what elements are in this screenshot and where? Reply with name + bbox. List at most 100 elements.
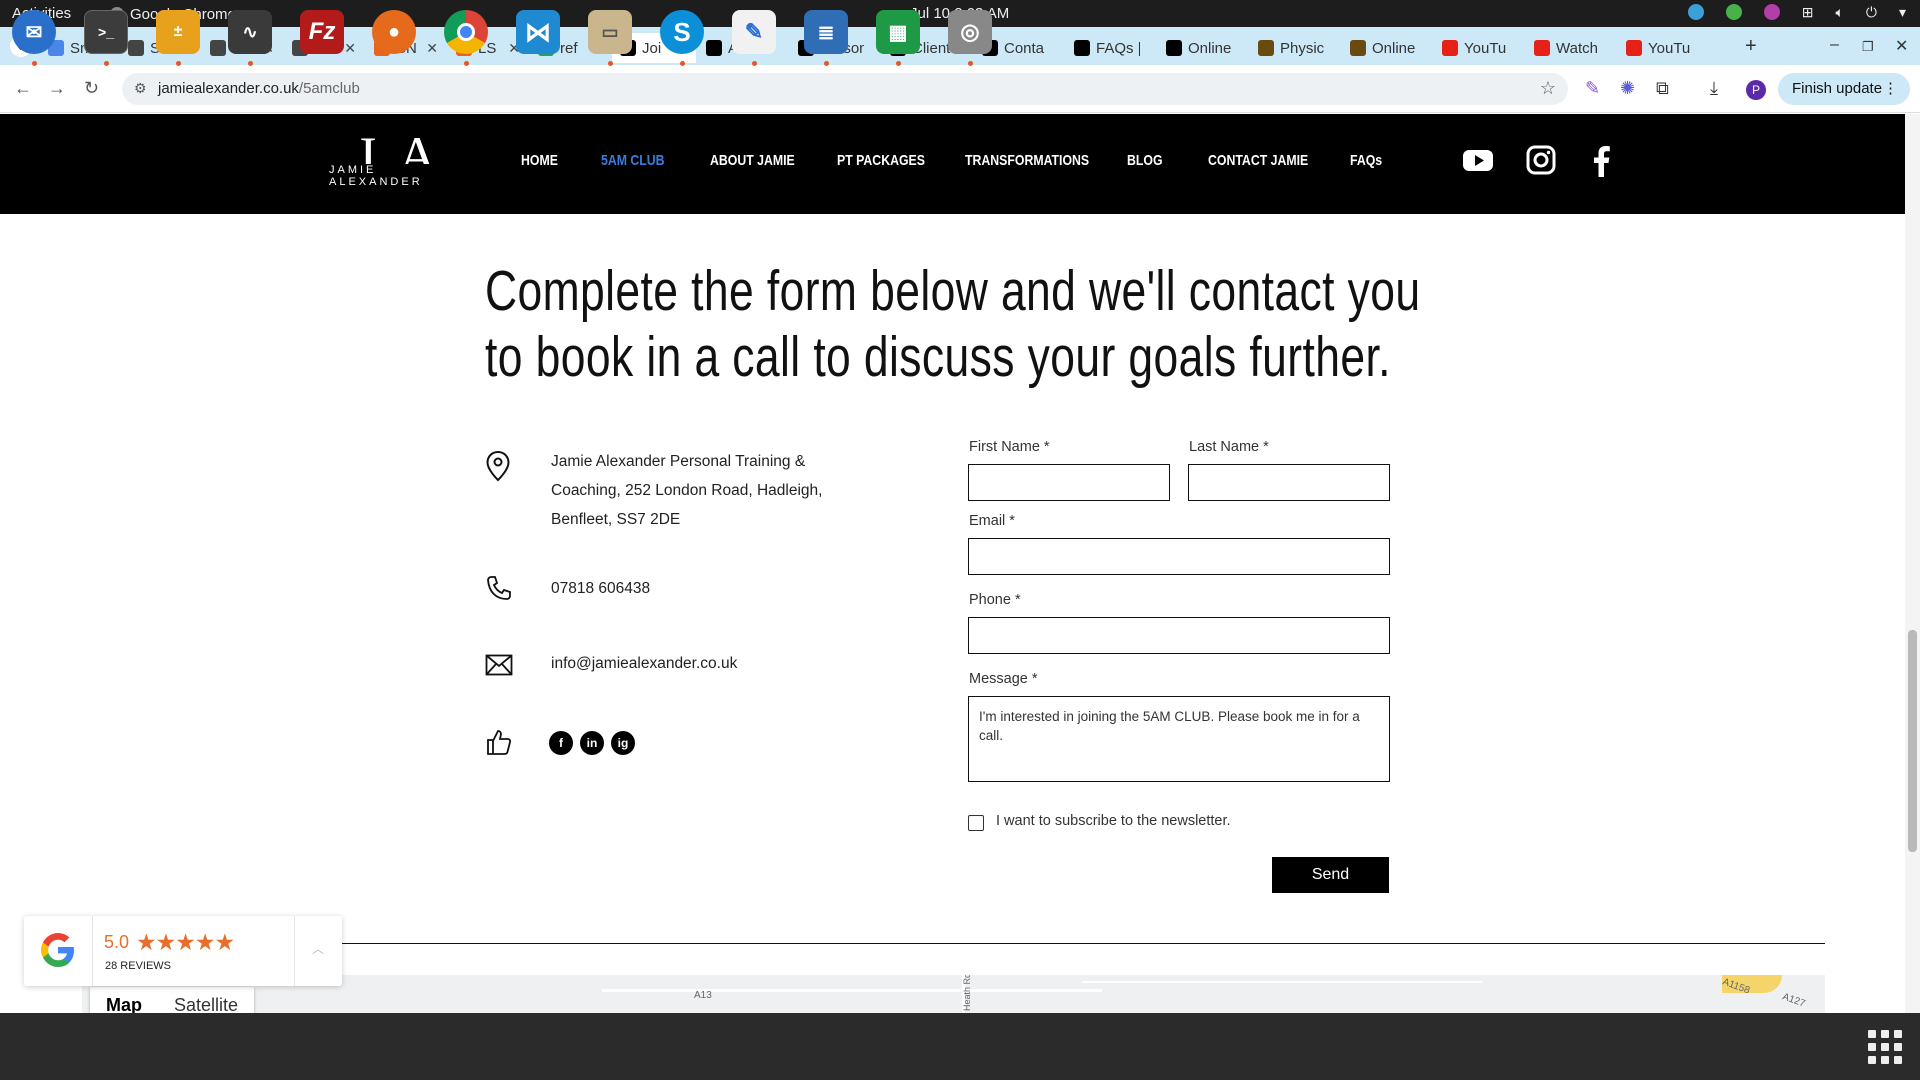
page-scrollbar-thumb[interactable] xyxy=(1908,630,1917,852)
url-text[interactable]: jamiealexander.co.uk/5amclub xyxy=(158,80,360,97)
grid-dot xyxy=(1868,1030,1876,1038)
browser-tab[interactable]: Physic xyxy=(1250,33,1340,63)
linkedin-circle-icon[interactable]: in xyxy=(580,731,604,755)
email-text[interactable]: info@jamiealexander.co.uk xyxy=(551,649,737,678)
chevron-up-icon[interactable]: ︿ xyxy=(312,940,324,957)
map-road xyxy=(1082,981,1482,983)
map-label-heath: Heath Rd xyxy=(962,975,972,1011)
filezilla-icon[interactable]: Fz xyxy=(300,10,344,54)
facebook-circle-icon[interactable]: f xyxy=(549,731,573,755)
gear-extension-icon[interactable]: ✺ xyxy=(1620,78,1635,99)
send-button[interactable]: Send xyxy=(1272,857,1389,893)
running-indicator xyxy=(680,61,685,66)
check-icon[interactable] xyxy=(1725,4,1742,20)
facebook-icon[interactable] xyxy=(1592,145,1610,177)
nav-link-blog[interactable]: BLOG xyxy=(1127,152,1163,169)
sync-icon[interactable] xyxy=(1687,4,1704,20)
phone-input[interactable] xyxy=(968,617,1390,654)
thunderbird-icon[interactable]: ✉ xyxy=(12,10,56,54)
browser-tab[interactable]: Online xyxy=(1158,33,1248,63)
site-info-icon[interactable]: ⚙ xyxy=(134,80,147,97)
tab-favicon-icon xyxy=(706,40,722,56)
download-icon[interactable]: ⤓ xyxy=(1710,78,1718,99)
maximize-icon[interactable]: ❐ xyxy=(1862,39,1874,55)
system-tray[interactable]: ⊞ 🔈︎ ⏻ ▾ xyxy=(1687,4,1906,21)
site-header: JA JAMIE ALEXANDER HOME 5AM CLUB ABOUT JAM… xyxy=(0,114,1905,214)
grid-dot xyxy=(1868,1056,1876,1064)
forward-icon[interactable]: → xyxy=(48,78,66,99)
instagram-circle-icon[interactable]: ig xyxy=(611,731,635,755)
terminal-icon[interactable]: >_ xyxy=(84,10,128,54)
chrome-icon[interactable] xyxy=(444,10,488,54)
system-monitor-icon[interactable]: ∿ xyxy=(228,10,272,54)
close-icon[interactable]: ✕ xyxy=(1895,36,1908,56)
browser-tab[interactable]: YouTu xyxy=(1618,33,1708,63)
calculator-icon[interactable]: ± xyxy=(156,10,200,54)
tab-title: ref xyxy=(560,39,578,57)
instagram-icon[interactable] xyxy=(1526,145,1556,175)
tab-title: Online xyxy=(1188,39,1232,57)
disk-utility-icon[interactable]: ◎ xyxy=(948,10,992,54)
minimize-icon[interactable]: – xyxy=(1830,36,1839,54)
reload-icon[interactable]: ↻ xyxy=(84,78,99,99)
newsletter-checkbox[interactable] xyxy=(968,815,984,831)
google-reviews-badge[interactable]: 5.0 ★★★★★ 28 REVIEWS ︿ xyxy=(24,916,342,986)
last-name-input[interactable] xyxy=(1188,464,1390,501)
nav-link-5am-club[interactable]: 5AM CLUB xyxy=(601,152,665,169)
vscode-icon[interactable]: ⋈ xyxy=(516,10,560,54)
tab-favicon-icon xyxy=(1350,40,1366,56)
volume-icon[interactable]: 🔈︎ xyxy=(1835,4,1843,21)
network-icon[interactable]: ⊞ xyxy=(1802,4,1814,21)
tab-close-icon[interactable]: ✕ xyxy=(426,40,438,57)
grid-dot xyxy=(1881,1056,1889,1064)
power-icon[interactable]: ⏻ xyxy=(1866,4,1877,21)
tab-favicon-icon xyxy=(210,40,226,56)
message-textarea[interactable]: I'm interested in joining the 5AM CLUB. … xyxy=(968,696,1390,782)
bookmark-star-icon[interactable]: ☆ xyxy=(1540,78,1556,99)
finish-update-button[interactable]: Finish update ⋮ xyxy=(1778,73,1910,105)
review-stars: ★★★★★ xyxy=(136,929,235,955)
profile-avatar[interactable]: P xyxy=(1746,80,1766,100)
nav-link-about-jamie[interactable]: ABOUT JAMIE xyxy=(710,152,795,169)
map-embed[interactable]: A13 Heath Rd A1158 A127 xyxy=(82,975,1825,1013)
tab-favicon-icon xyxy=(1258,40,1274,56)
color-picker-icon[interactable] xyxy=(1763,4,1780,20)
nav-link-home[interactable]: HOME xyxy=(521,152,558,169)
browser-tab[interactable]: YouTu xyxy=(1434,33,1524,63)
calc-spreadsheet-icon[interactable]: ▦ xyxy=(876,10,920,54)
nav-link-transformations[interactable]: TRANSFORMATIONS xyxy=(965,152,1089,169)
new-tab-button[interactable]: + xyxy=(1745,35,1757,58)
show-apps-icon[interactable] xyxy=(1868,1030,1902,1064)
browser-toolbar: ← → ↻ ⚙ jamiealexander.co.uk/5amclub ☆ ✎… xyxy=(0,65,1920,113)
email-input[interactable] xyxy=(968,538,1390,575)
chevron-down-icon[interactable]: ▾ xyxy=(1899,4,1906,21)
skype-icon[interactable]: S xyxy=(660,10,704,54)
firefox-icon[interactable]: ● xyxy=(372,10,416,54)
running-indicator xyxy=(176,61,181,66)
url-path: /5amclub xyxy=(298,80,360,97)
nav-link-faqs[interactable]: FAQs xyxy=(1350,152,1382,169)
first-name-input[interactable] xyxy=(968,464,1170,501)
pen-extension-icon[interactable]: ✎ xyxy=(1585,78,1600,99)
nav-link-pt-packages[interactable]: PT PACKAGES xyxy=(837,152,925,169)
tab-title: YouTu xyxy=(1464,39,1507,57)
text-editor-icon[interactable]: ✎ xyxy=(732,10,776,54)
page-scrollbar-track[interactable] xyxy=(1905,114,1920,1013)
browser-tab[interactable]: Watch xyxy=(1526,33,1616,63)
grid-dot xyxy=(1881,1030,1889,1038)
writer-icon[interactable]: ≣ xyxy=(804,10,848,54)
phone-text[interactable]: 07818 606438 xyxy=(551,574,650,603)
browser-tab[interactable]: FAQs | xyxy=(1066,33,1156,63)
back-icon[interactable]: ← xyxy=(14,78,32,99)
running-indicator xyxy=(464,61,469,66)
files-icon[interactable]: ▭ xyxy=(588,10,632,54)
newsletter-label[interactable]: I want to subscribe to the newsletter. xyxy=(996,813,1231,829)
address-bar[interactable]: ⚙ jamiealexander.co.uk/5amclub ☆ xyxy=(122,73,1568,105)
site-logo[interactable]: JA JAMIE ALEXANDER xyxy=(327,128,472,190)
youtube-icon[interactable] xyxy=(1463,145,1493,175)
browser-tab[interactable]: Online xyxy=(1342,33,1432,63)
nav-link-contact-jamie[interactable]: CONTACT JAMIE xyxy=(1208,152,1308,169)
tab-title: Conta xyxy=(1004,39,1045,57)
tab-close-icon[interactable]: ✕ xyxy=(344,40,356,57)
extensions-puzzle-icon[interactable]: ⧉ xyxy=(1656,78,1669,99)
